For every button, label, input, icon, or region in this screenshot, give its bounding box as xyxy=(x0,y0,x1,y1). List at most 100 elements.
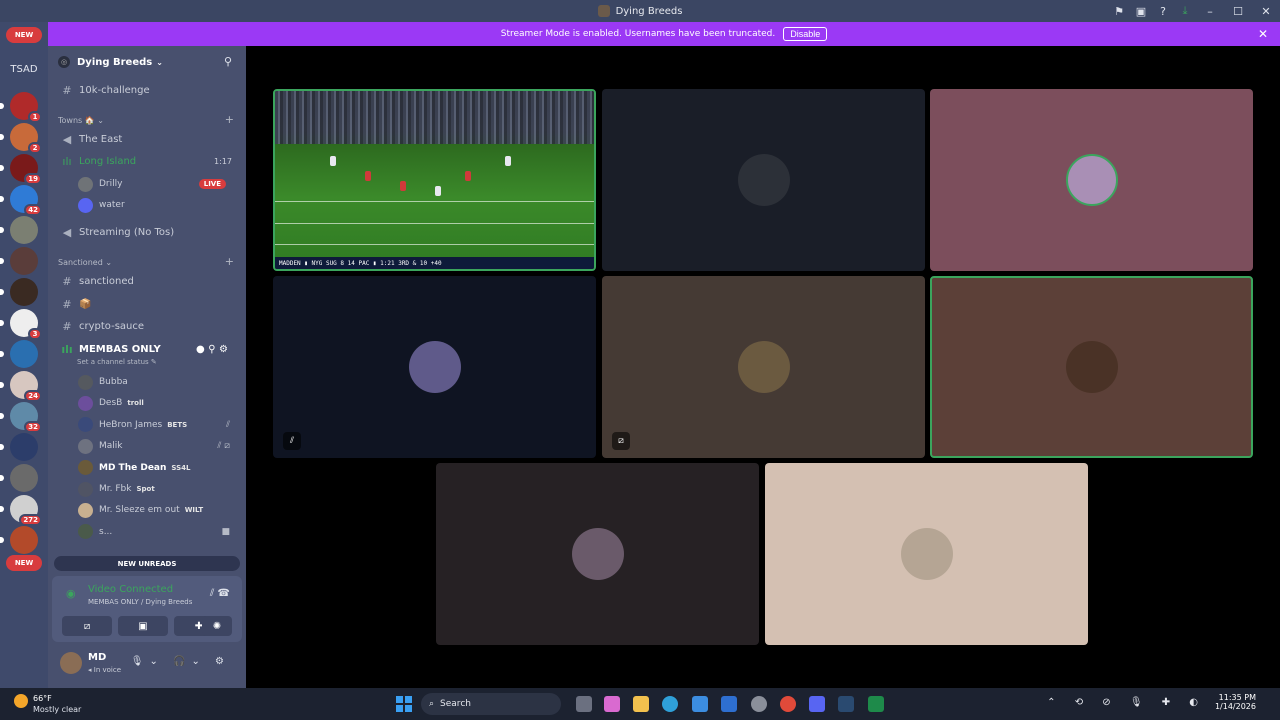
channel-sanctioned[interactable]: # sanctioned xyxy=(56,271,240,291)
add-channel-icon[interactable]: + xyxy=(225,113,234,126)
store-icon[interactable] xyxy=(692,696,708,712)
server-icon[interactable]: 42 xyxy=(0,185,42,216)
channel-long-island[interactable]: ılı Long Island 1:17 xyxy=(56,151,240,171)
voice-location[interactable]: MEMBAS ONLY / Dying Breeds xyxy=(88,598,192,606)
app-icon[interactable] xyxy=(751,696,767,712)
download-icon[interactable]: ⤓ xyxy=(1174,4,1196,18)
discord-icon[interactable] xyxy=(809,696,825,712)
avatar xyxy=(78,524,93,540)
voice-user[interactable]: HeBron James BETS ⫽ xyxy=(78,415,238,435)
voice-user[interactable]: DesB troll xyxy=(78,393,238,413)
folder-label[interactable]: TSAD xyxy=(0,64,48,75)
task-view-icon[interactable] xyxy=(576,696,592,712)
new-badge-top[interactable]: NEW xyxy=(6,27,42,43)
channel-streaming[interactable]: ◀ Streaming (No Tos) xyxy=(56,222,240,242)
system-tray[interactable]: ⌃ ⟲ ⊘ 🎙 ✚ ◐ xyxy=(1047,697,1206,708)
edge-icon[interactable] xyxy=(662,696,678,712)
channel-box[interactable]: # 📦 xyxy=(56,294,240,314)
excel-icon[interactable] xyxy=(868,696,884,712)
yard-line xyxy=(275,244,594,246)
category-towns[interactable]: Towns 🏠 ⌄ xyxy=(58,116,104,125)
voice-user[interactable]: Mr. Fbk Spot xyxy=(78,479,238,499)
voice-user-name: Drilly xyxy=(99,179,123,189)
maximize-button[interactable]: ☐ xyxy=(1224,5,1252,18)
channel-10k-challenge[interactable]: #10k-challenge xyxy=(56,80,240,100)
voice-user-drilly[interactable]: Drilly LIVE xyxy=(78,174,238,194)
close-window-button[interactable]: ✕ xyxy=(1252,5,1280,18)
channel-status[interactable]: Set a channel status ✎ xyxy=(77,358,157,366)
close-icon[interactable]: ✕ xyxy=(1258,27,1268,41)
server-header[interactable]: ◎ Dying Breeds ⌄ ⚲ xyxy=(48,46,246,78)
channel-membas-only[interactable]: ılı MEMBAS ONLY ● ⚲ ⚙ xyxy=(56,339,240,359)
participant-tile[interactable] xyxy=(930,276,1253,458)
participant-tile[interactable] xyxy=(765,463,1088,645)
steam-icon[interactable] xyxy=(838,696,854,712)
voice-user[interactable]: MD The Dean SS4L xyxy=(78,458,238,478)
copilot-icon[interactable] xyxy=(604,696,620,712)
camera-icon: ■ xyxy=(221,526,230,537)
signal-icon[interactable]: ◉ xyxy=(66,587,76,600)
channel-crypto-sauce[interactable]: # crypto-sauce xyxy=(56,316,240,336)
chrome-icon[interactable] xyxy=(780,696,796,712)
channel-the-east[interactable]: ◀ The East xyxy=(56,129,240,149)
category-sanctioned[interactable]: Sanctioned ⌄ xyxy=(58,258,112,267)
server-icon[interactable]: 32 xyxy=(0,402,42,433)
participant-tile[interactable] xyxy=(602,89,925,271)
speaker-icon: ◀ xyxy=(62,225,72,239)
server-icon[interactable] xyxy=(0,247,38,275)
server-icon[interactable]: 2 xyxy=(0,123,42,154)
server-icon[interactable] xyxy=(0,340,38,368)
gear-icon[interactable]: ⚙ xyxy=(215,656,230,667)
search-icon: ⌕ xyxy=(429,699,435,709)
screen-share-button[interactable]: ▣ xyxy=(118,616,168,636)
server-icon[interactable] xyxy=(0,216,38,244)
file-explorer-icon[interactable] xyxy=(633,696,649,712)
new-badge-bottom[interactable]: NEW xyxy=(6,555,42,571)
server-icon[interactable]: 1 xyxy=(0,92,42,123)
voice-user[interactable]: s... ■ xyxy=(78,522,238,542)
user-controls[interactable]: 🎙⌄ 🎧⌄ ⚙ xyxy=(131,656,230,667)
disable-streamer-mode-button[interactable]: Disable xyxy=(783,27,828,41)
headphones-icon[interactable]: 🎧 xyxy=(173,656,191,667)
screen-icon[interactable]: ▣ xyxy=(1130,5,1152,18)
add-member-icon[interactable]: ⚲ xyxy=(224,55,232,68)
voice-user[interactable]: Malik ⫽ ⧄ xyxy=(78,436,238,456)
add-channel-icon[interactable]: + xyxy=(225,255,234,268)
minimize-button[interactable]: – xyxy=(1196,5,1224,18)
server-icon[interactable] xyxy=(0,433,38,461)
voice-user[interactable]: Bubba xyxy=(78,372,238,392)
user-tag: BETS xyxy=(167,420,188,429)
outlook-icon[interactable] xyxy=(721,696,737,712)
server-icon[interactable]: 3 xyxy=(0,309,42,340)
inbox-flag-icon[interactable]: ⚑ xyxy=(1108,5,1130,18)
channel-action-icons[interactable]: ● ⚲ ⚙ xyxy=(196,344,228,355)
server-icon[interactable]: 272 xyxy=(0,495,42,526)
soundboard-button[interactable]: ✺ xyxy=(202,616,232,636)
server-icon[interactable]: 19 xyxy=(0,154,42,185)
avatar[interactable] xyxy=(60,652,82,674)
participant-tile[interactable] xyxy=(436,463,759,645)
participant-tile[interactable]: ⫽ xyxy=(273,276,596,458)
server-icon[interactable] xyxy=(0,464,38,492)
server-icon[interactable]: 24 xyxy=(0,371,42,402)
stream-tile[interactable]: MADDEN ▮ NYG SUG 8 14 PAC ▮ 1:21 3RD & 1… xyxy=(273,89,596,271)
unread-indicator xyxy=(0,103,4,109)
user-name[interactable]: MD xyxy=(88,652,106,663)
server-icon[interactable] xyxy=(0,278,38,306)
server-icon[interactable] xyxy=(0,526,38,554)
clock[interactable]: 11:35 PM 1/14/2026 xyxy=(1215,693,1256,711)
help-icon[interactable]: ? xyxy=(1152,5,1174,18)
participant-tile[interactable] xyxy=(930,89,1253,271)
participant-tile[interactable]: ⧄ xyxy=(602,276,925,458)
category-label: Sanctioned xyxy=(58,258,103,267)
voice-panel-icons[interactable]: ⫽ ☎ xyxy=(210,588,230,599)
new-unreads-pill[interactable]: NEW UNREADS xyxy=(54,556,240,571)
avatar xyxy=(1065,341,1118,393)
voice-user-water[interactable]: water xyxy=(78,195,238,215)
microphone-icon[interactable]: 🎙 xyxy=(131,656,150,667)
start-button[interactable] xyxy=(396,696,412,712)
voice-user[interactable]: Mr. Sleeze em out WILT xyxy=(78,500,238,520)
camera-off-button[interactable]: ⧄ xyxy=(62,616,112,636)
taskbar-search[interactable]: ⌕ Search xyxy=(421,693,561,715)
unread-indicator xyxy=(0,227,4,233)
